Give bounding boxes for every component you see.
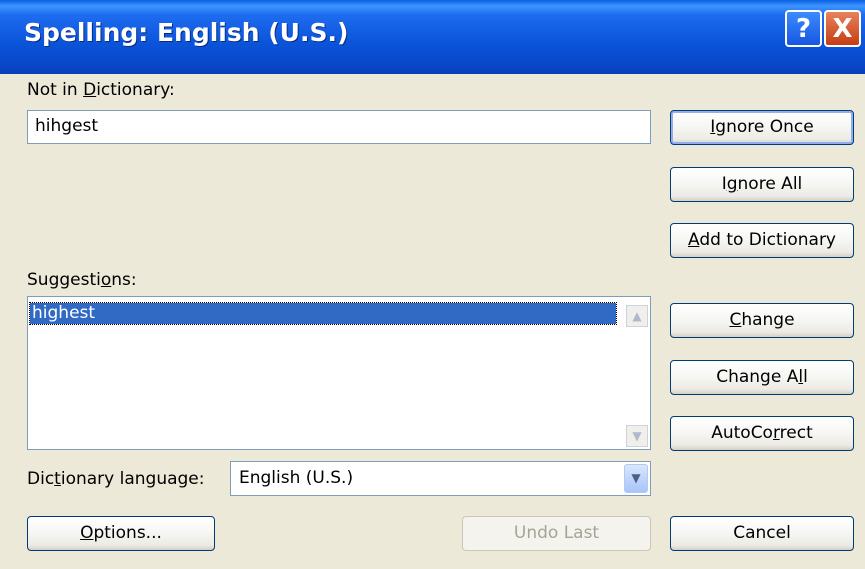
list-item-selected[interactable]: highest xyxy=(29,302,617,325)
dictionary-language-select[interactable]: English (U.S.) ▼ xyxy=(230,461,651,496)
scroll-down-button[interactable]: ▼ xyxy=(626,425,648,447)
undo-last-button[interactable]: Undo Last xyxy=(462,516,651,551)
options-button[interactable]: Options... xyxy=(27,516,215,551)
dictionary-language-label: Dictionary language: xyxy=(27,469,205,489)
add-to-dictionary-button[interactable]: Add to Dictionary xyxy=(670,223,854,258)
close-button[interactable]: X xyxy=(824,10,861,47)
window-title: Spelling: English (U.S.) xyxy=(24,18,349,47)
close-icon: X xyxy=(832,14,853,44)
not-in-dictionary-field[interactable]: hihgest xyxy=(27,110,651,144)
suggestions-label: Suggestions: xyxy=(27,270,137,290)
chevron-down-icon: ▼ xyxy=(632,429,642,443)
autocorrect-button[interactable]: AutoCorrect xyxy=(670,416,854,451)
help-icon: ? xyxy=(795,14,812,44)
not-in-dictionary-label: Not in Dictionary: xyxy=(27,80,175,100)
suggestions-list[interactable]: highest ▲ ▼ xyxy=(27,296,651,450)
cancel-button[interactable]: Cancel xyxy=(670,516,854,551)
dropdown-arrow-button[interactable]: ▼ xyxy=(624,464,648,493)
chevron-down-icon: ▼ xyxy=(631,471,641,485)
change-all-button[interactable]: Change All xyxy=(670,360,854,395)
help-button[interactable]: ? xyxy=(785,10,822,47)
spelling-dialog: Spelling: English (U.S.) ? X Not in Dict… xyxy=(0,0,865,569)
dictionary-language-value: English (U.S.) xyxy=(239,468,354,488)
ignore-once-button[interactable]: Ignore Once xyxy=(670,110,854,145)
change-button[interactable]: Change xyxy=(670,303,854,338)
ignore-all-button[interactable]: Ignore All xyxy=(670,167,854,202)
scroll-up-button[interactable]: ▲ xyxy=(626,305,648,327)
title-bar[interactable]: Spelling: English (U.S.) ? X xyxy=(0,0,865,74)
chevron-up-icon: ▲ xyxy=(632,309,642,323)
